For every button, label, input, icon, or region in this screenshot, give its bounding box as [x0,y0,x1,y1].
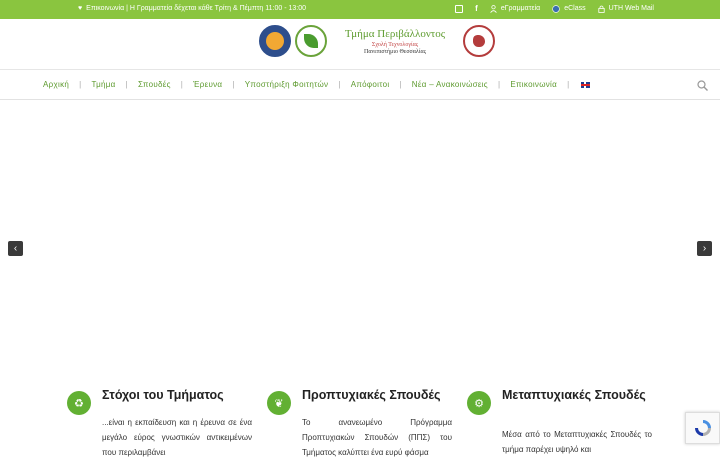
lock-icon [598,5,605,13]
uk-flag-icon [581,81,591,88]
instagram-icon[interactable] [455,4,464,13]
webmail-link[interactable]: UTH Web Mail [598,5,654,13]
nav-label: Σπουδές [138,80,171,89]
nav-label: Τμήμα [91,80,116,89]
nav-label: Υποστήριξη Φοιτητών [244,80,329,89]
nav-item-research[interactable]: Έρευνα [193,80,222,89]
main-nav: Αρχική | Τμήμα | Σπουδές | Έρευνα | Υποσ… [0,71,720,100]
nav-separator: | [338,80,341,89]
notice-text[interactable]: Επικοινωνία | Η Γραμματεία δέχεται κάθε … [86,5,306,12]
nav-separator: | [567,80,570,89]
recycle-icon: ♻ [67,391,91,415]
nav-separator: | [79,80,82,89]
slider-prev-button[interactable]: ‹ [8,241,23,256]
leaves-icon: ❦ [267,391,291,415]
webmail-label: UTH Web Mail [608,5,654,12]
nav-separator: | [180,80,184,89]
nav-label: Νέα – Ανακοινώσεις [411,80,488,89]
top-bar: ♥ Επικοινωνία | Η Γραμματεία δέχεται κάθ… [0,0,720,19]
nav-item-student-support[interactable]: Υποστήριξη Φοιτητών [245,80,329,89]
accreditation-seal-icon [259,25,291,57]
feature-title[interactable]: Στόχοι του Τμήματος [102,389,262,402]
feature-text: Μέσα από το Μεταπτυχιακές Σπουδές το τμή… [502,430,652,454]
feature-title[interactable]: Προπτυχιακές Σπουδές [302,389,462,402]
recaptcha-icon [694,420,711,436]
department-leaf-logo-icon [295,25,327,57]
nav-label: Επικοινωνία [510,80,558,89]
department-title: Τμήμα Περιβάλλοντος [344,27,446,40]
secretariat-notice: ♥ Επικοινωνία | Η Γραμματεία δέχεται κάθ… [78,5,306,12]
site-header: Τμήμα Περιβάλλοντος Σχολή Τεχνολογίας Πα… [0,19,720,70]
nav-item-contact[interactable]: Επικοινωνία [510,80,557,89]
nav-separator: | [232,80,235,89]
nav-label: Αρχική [43,80,70,89]
nav-item-home[interactable]: Αρχική [43,80,69,89]
department-title-block: Τμήμα Περιβάλλοντος Σχολή Τεχνολογίας Πα… [331,28,459,55]
school-name: Σχολή Τεχνολογίας [371,41,419,48]
eclass-link[interactable]: eClass [552,4,586,13]
search-icon[interactable] [697,80,708,91]
university-seal-icon [463,25,495,57]
nav-item-department[interactable]: Τμήμα [92,80,116,89]
nav-separator: | [497,80,501,89]
globe-icon [552,4,560,13]
slider-next-button[interactable]: › [697,241,712,256]
recaptcha-badge[interactable] [685,412,720,444]
feature-title[interactable]: Μεταπτυχιακές Σπουδές [502,389,662,402]
nav-label: Έρευνα [193,80,223,89]
egrammateia-link[interactable]: eΓραμματεία [490,4,541,13]
nav-item-studies[interactable]: Σπουδές [138,80,171,89]
hero-slider: ‹ › [0,101,720,383]
nav-item-alumni[interactable]: Απόφοιτοι [351,80,390,89]
user-icon [490,4,497,13]
university-name: Πανεπιστήμιο Θεσσαλίας [364,48,426,55]
facebook-icon[interactable]: f [475,4,478,13]
nav-label: Απόφοιτοι [350,80,390,89]
egrammateia-label: eΓραμματεία [500,5,541,12]
feature-text: ...είναι η εκπαίδευση και η έρευνα σε έν… [102,418,252,457]
nav-separator: | [399,80,402,89]
feature-text: Το ανανεωμένο Πρόγραμμα Προπτυχιακών Σπο… [302,418,452,457]
heart-icon: ♥ [78,5,83,12]
nav-item-news[interactable]: Νέα – Ανακοινώσεις [412,80,488,89]
logo-group[interactable]: Τμήμα Περιβάλλοντος Σχολή Τεχνολογίας Πα… [259,25,495,57]
gears-icon: ⚙ [467,391,491,415]
top-links: f eΓραμματεία eClass UTH Web Mail [455,4,654,13]
nav-separator: | [125,80,128,89]
eclass-label: eClass [564,5,586,12]
language-switch[interactable] [579,81,591,88]
